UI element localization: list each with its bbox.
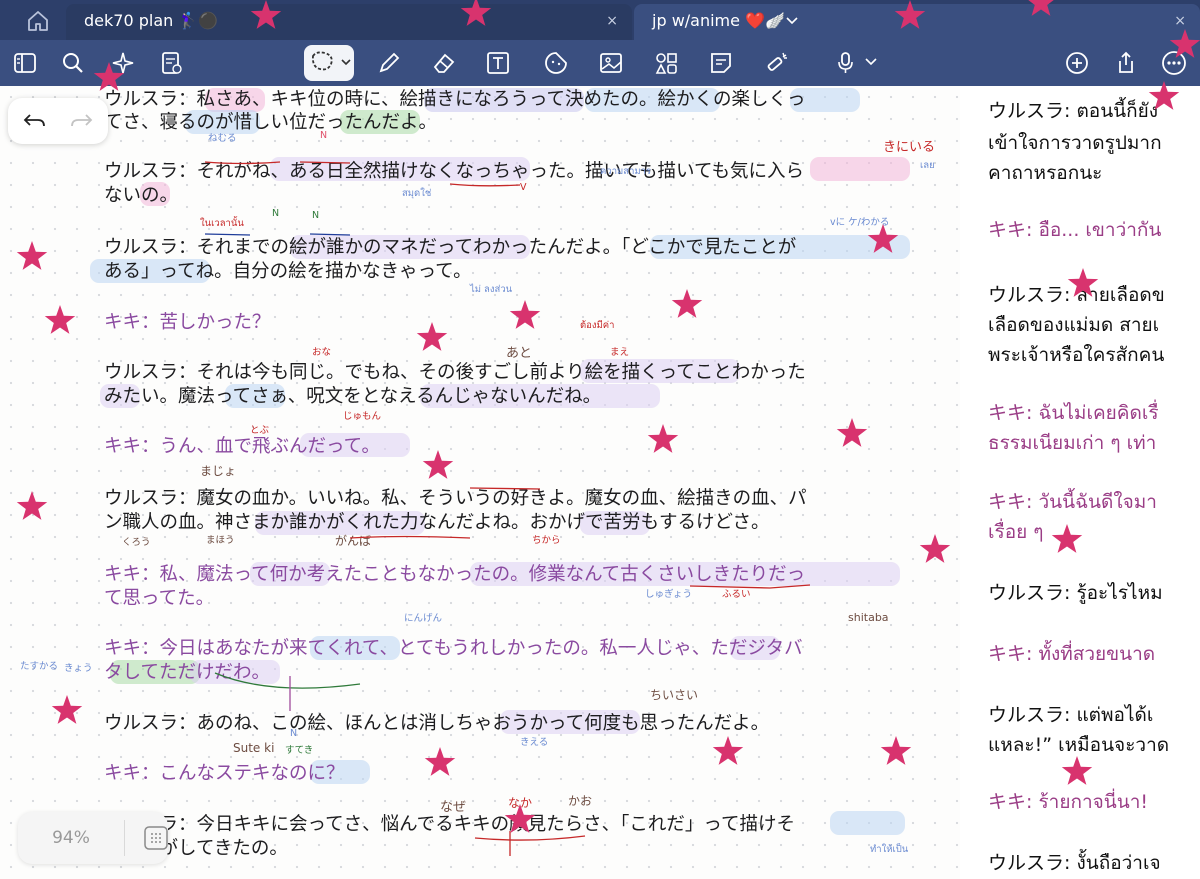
undo-icon[interactable] bbox=[22, 109, 48, 133]
shapes-icon[interactable] bbox=[652, 49, 680, 77]
translation-line: แหละ!” เหมือนจะวาด bbox=[988, 734, 1170, 756]
text-box-icon[interactable] bbox=[484, 49, 512, 77]
zoom-level: 94% bbox=[52, 828, 90, 848]
more-icon[interactable] bbox=[1160, 49, 1188, 77]
pen-icon[interactable] bbox=[375, 49, 403, 77]
tab-title: dek70 plan 🏌🏻‍♀️⚫️ bbox=[84, 11, 219, 30]
lasso-select-button[interactable] bbox=[304, 45, 354, 81]
translation-line: キキ: ร้ายกาจนี่นา! bbox=[988, 791, 1149, 813]
translation-line: ウルスラ: รู้อะไรไหม bbox=[988, 582, 1163, 604]
sidebar-icon[interactable] bbox=[11, 49, 39, 77]
tab-bar: dek70 plan 🏌🏻‍♀️⚫️ × jp w/anime ❤️🪽 × bbox=[0, 0, 1200, 40]
chevron-down-icon[interactable] bbox=[786, 17, 798, 25]
page-edit-icon[interactable] bbox=[157, 49, 185, 77]
ink-strokes bbox=[204, 161, 811, 856]
zoom-control[interactable]: 94% bbox=[18, 812, 168, 864]
laser-pointer-icon[interactable] bbox=[762, 49, 790, 77]
chevron-down-icon[interactable] bbox=[864, 57, 878, 67]
tab-dek70-plan[interactable]: dek70 plan 🏌🏻‍♀️⚫️ × bbox=[66, 4, 632, 40]
tab-title: jp w/anime ❤️🪽 bbox=[652, 11, 785, 30]
tab-jp-anime[interactable]: jp w/anime ❤️🪽 × bbox=[634, 4, 1200, 40]
translation-line: ウルスラ: งั้นถือว่าเจ bbox=[988, 852, 1161, 874]
translation-line: พระเจ้าหรือใครสักคน bbox=[988, 344, 1165, 366]
image-icon[interactable] bbox=[597, 49, 625, 77]
translation-line: ウルスラ: ตอนนี้ก็ยัง bbox=[988, 100, 1159, 122]
translation-line: คาถาหรอกนะ bbox=[988, 162, 1103, 184]
sticker-icon[interactable] bbox=[542, 49, 570, 77]
share-icon[interactable] bbox=[1112, 49, 1140, 77]
sparkle-icon[interactable] bbox=[109, 49, 137, 77]
translation-line: เข้าใจการวาดรูปมาก bbox=[988, 132, 1162, 154]
translation-line: キキ: ฉันไม่เคยคิดเรื่ bbox=[988, 402, 1159, 424]
notebook-page[interactable]: ウルスラ：私さあ、キキ位の時に、絵描きになろうって決めたの。絵かくの楽しくっ て… bbox=[0, 86, 960, 879]
page-grid-icon[interactable] bbox=[142, 824, 170, 852]
translation-line: ธรรมเนียมเก่า ๆ เท่า bbox=[988, 432, 1157, 454]
translation-line: ウルスラ: แต่พอได้เ bbox=[988, 704, 1154, 726]
close-tab-icon[interactable]: × bbox=[606, 4, 618, 38]
home-icon[interactable] bbox=[26, 10, 50, 32]
eraser-icon[interactable] bbox=[430, 49, 458, 77]
translation-line: キキ: อือ... เขาว่ากัน bbox=[988, 219, 1162, 241]
microphone-icon[interactable] bbox=[832, 49, 860, 77]
translation-line: キキ: วันนี้ฉันดีใจมา bbox=[988, 491, 1157, 513]
toolbar bbox=[0, 40, 1200, 86]
close-tab-icon[interactable]: × bbox=[1174, 4, 1186, 38]
sticky-note-icon[interactable] bbox=[707, 49, 735, 77]
undo-redo-panel bbox=[8, 98, 108, 144]
search-icon[interactable] bbox=[59, 49, 87, 77]
add-page-icon[interactable] bbox=[1063, 49, 1091, 77]
translation-line: ウルスラ: สายเลือดข bbox=[988, 284, 1165, 306]
translation-column bbox=[960, 86, 1200, 879]
translation-line: เรื่อย ๆ bbox=[988, 521, 1044, 543]
translation-line: เลือดของแม่มด สายเ bbox=[988, 314, 1160, 336]
redo-icon[interactable] bbox=[68, 109, 94, 133]
translation-line: キキ: ทั้งที่สวยขนาด bbox=[988, 643, 1156, 665]
